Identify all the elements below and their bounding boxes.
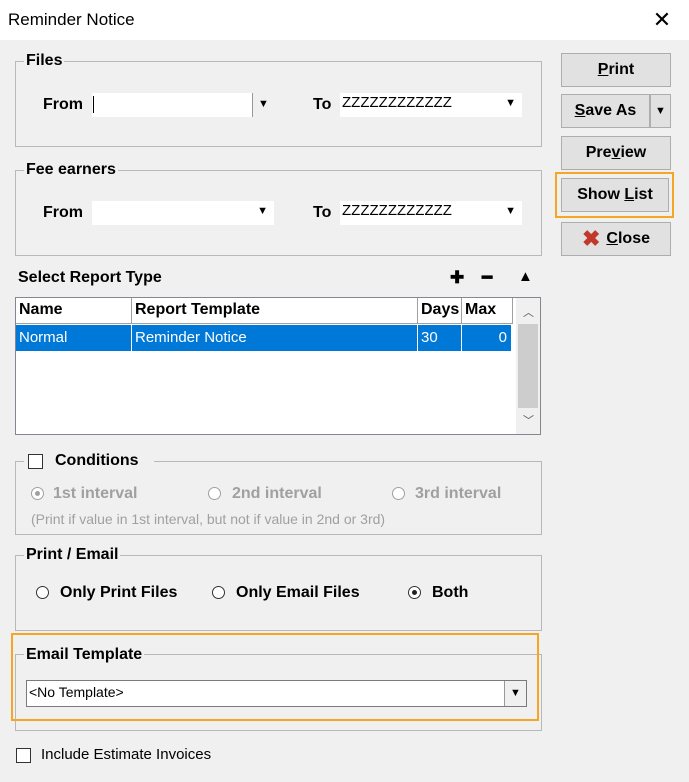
fee-earners-from-label: From bbox=[43, 204, 83, 221]
scrollbar-thumb[interactable] bbox=[518, 324, 538, 408]
email-template-legend: Email Template bbox=[24, 646, 145, 664]
table-row[interactable]: Normal Reminder Notice 30 0 bbox=[16, 325, 511, 351]
title-bar: Reminder Notice ✕ bbox=[0, 0, 689, 40]
chevron-down-icon[interactable]: ▼ bbox=[505, 97, 516, 109]
both-label: Both bbox=[432, 584, 469, 601]
files-legend: Files bbox=[24, 52, 65, 70]
email-template-combo[interactable]: <No Template> ▼ bbox=[26, 680, 527, 707]
column-header-max[interactable]: Max bbox=[462, 298, 513, 324]
print-button-label: Print bbox=[597, 61, 635, 78]
column-header-template[interactable]: Report Template bbox=[132, 298, 418, 324]
print-email-legend: Print / Email bbox=[24, 546, 121, 564]
fee-earners-to-label: To bbox=[313, 204, 332, 221]
save-as-button[interactable]: Save As bbox=[561, 94, 650, 128]
print-button[interactable]: Print bbox=[561, 53, 671, 87]
chevron-down-icon[interactable]: ▼ bbox=[252, 93, 274, 117]
interval-radio-1[interactable] bbox=[31, 487, 44, 500]
fee-earners-to-value: ZZZZZZZZZZZZ bbox=[342, 202, 452, 219]
fee-earners-from-combo[interactable]: ▼ bbox=[92, 201, 274, 225]
cell-name: Normal bbox=[16, 325, 132, 351]
conditions-label: Conditions bbox=[55, 452, 139, 469]
only-email-files-radio[interactable] bbox=[212, 586, 225, 599]
add-icon[interactable]: ✚ bbox=[450, 268, 464, 288]
conditions-note: (Print if value in 1st interval, but not… bbox=[31, 511, 386, 527]
fee-earners-to-combo[interactable]: ZZZZZZZZZZZZ ▼ bbox=[340, 201, 522, 225]
conditions-checkbox[interactable] bbox=[28, 454, 43, 469]
save-as-dropdown-button[interactable]: ▼ bbox=[650, 94, 671, 128]
only-email-files-label: Only Email Files bbox=[236, 584, 360, 601]
show-list-button[interactable]: Show List bbox=[561, 178, 669, 212]
files-to-value: ZZZZZZZZZZZZ bbox=[342, 94, 452, 111]
vertical-scrollbar[interactable]: ︿ ﹀ bbox=[516, 298, 540, 434]
interval-label-3: 3rd interval bbox=[415, 485, 502, 502]
cell-template: Reminder Notice bbox=[132, 325, 418, 351]
chevron-down-icon[interactable]: ﹀ bbox=[523, 412, 534, 428]
interval-radio-2[interactable] bbox=[208, 487, 221, 500]
column-header-days[interactable]: Days bbox=[418, 298, 462, 324]
preview-button[interactable]: Preview bbox=[561, 136, 671, 170]
interval-label-1: 1st interval bbox=[53, 485, 138, 502]
red-x-icon: ✖ bbox=[581, 226, 601, 251]
chevron-down-icon[interactable]: ▼ bbox=[504, 681, 526, 706]
move-up-icon[interactable]: ▲ bbox=[518, 268, 533, 285]
text-cursor bbox=[93, 96, 94, 113]
close-icon[interactable]: ✕ bbox=[647, 6, 677, 34]
column-header-name[interactable]: Name bbox=[16, 298, 132, 324]
interval-radio-3[interactable] bbox=[392, 487, 405, 500]
cell-max: 0 bbox=[498, 329, 507, 346]
only-print-files-label: Only Print Files bbox=[60, 584, 178, 601]
preview-button-label: Preview bbox=[585, 144, 647, 161]
files-from-label: From bbox=[43, 96, 83, 113]
chevron-up-icon[interactable]: ︿ bbox=[523, 304, 534, 320]
only-print-files-radio[interactable] bbox=[36, 586, 49, 599]
report-type-label: Select Report Type bbox=[18, 269, 162, 286]
chevron-down-icon[interactable]: ▼ bbox=[257, 205, 268, 217]
include-estimate-checkbox[interactable] bbox=[16, 748, 31, 763]
close-button-label: Close bbox=[606, 230, 650, 247]
window-title: Reminder Notice bbox=[8, 10, 135, 29]
remove-icon[interactable]: ━ bbox=[482, 268, 492, 288]
files-to-combo[interactable]: ZZZZZZZZZZZZ ▼ bbox=[340, 93, 522, 117]
save-as-button-label: Save As bbox=[574, 102, 637, 119]
report-type-grid: Name Report Template Days Max Normal Rem… bbox=[15, 297, 541, 435]
files-to-label: To bbox=[313, 96, 332, 113]
cell-days: 30 bbox=[418, 325, 462, 351]
email-template-value: <No Template> bbox=[29, 684, 124, 700]
chevron-down-icon[interactable]: ▼ bbox=[505, 205, 516, 217]
show-list-button-label: Show List bbox=[577, 186, 653, 203]
include-estimate-label: Include Estimate Invoices bbox=[41, 746, 212, 763]
both-radio[interactable] bbox=[408, 586, 421, 599]
chevron-down-icon: ▼ bbox=[655, 105, 666, 117]
conditions-legend: Conditions bbox=[24, 452, 154, 472]
fee-earners-legend: Fee earners bbox=[24, 161, 118, 179]
interval-label-2: 2nd interval bbox=[232, 485, 322, 502]
close-button[interactable]: ✖ Close bbox=[561, 222, 671, 256]
files-from-combo[interactable]: ▼ bbox=[92, 93, 274, 117]
